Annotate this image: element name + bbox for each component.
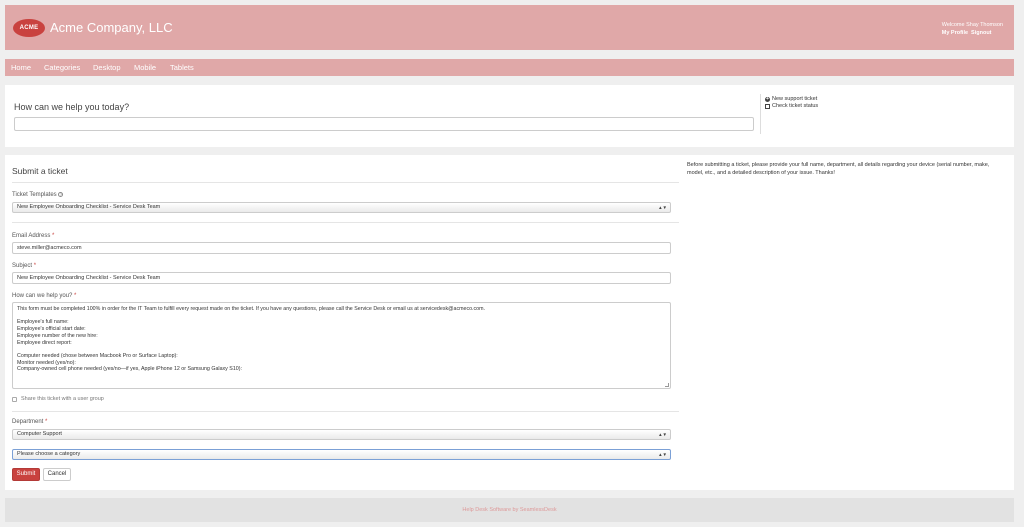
templates-label-text: Ticket Templates <box>12 192 57 199</box>
footer-credit-link[interactable]: Help Desk Software by SeamlessDesk <box>5 498 1014 522</box>
form-divider <box>12 411 679 412</box>
subject-label: Subject * <box>12 263 36 269</box>
submit-button[interactable]: Submit <box>12 468 40 481</box>
header-bar: ACME Acme Company, LLC Welcome Shay Thom… <box>5 5 1014 50</box>
ticket-form-panel: Submit a ticket Ticket Templates ? New E… <box>5 155 1014 490</box>
textarea-line: Employee's full name: <box>17 319 69 326</box>
check-status-link[interactable]: Check ticket status <box>765 103 818 110</box>
user-links: My Profile Signout <box>942 29 1003 37</box>
plus-circle-icon: + <box>765 96 770 102</box>
nav-item-desktop[interactable]: Desktop <box>93 59 121 76</box>
ticket-template-value: New Employee Onboarding Checklist - Serv… <box>17 204 161 210</box>
nav-item-home[interactable]: Home <box>11 59 31 76</box>
updown-arrows-icon: ▲▼ <box>658 432 667 437</box>
search-heading: How can we help you today? <box>14 102 130 112</box>
textarea-line: Monitor needed (yes/no): <box>17 359 76 366</box>
welcome-text: Welcome Shay Thomson <box>941 22 1003 28</box>
search-panel: How can we help you today? + New support… <box>5 85 1014 147</box>
textarea-line: Employee direct report: <box>17 339 72 346</box>
my-profile-link[interactable]: My Profile <box>942 30 968 36</box>
form-divider <box>12 222 679 223</box>
company-name[interactable]: Acme Company, LLC <box>50 19 173 37</box>
user-welcome: Welcome Shay Thomson My Profile Signout <box>942 21 1003 37</box>
search-input[interactable] <box>14 117 754 131</box>
new-ticket-link[interactable]: + New support ticket <box>765 96 818 103</box>
templates-label: Ticket Templates ? <box>12 192 64 199</box>
textarea-line <box>17 346 666 353</box>
required-mark: * <box>52 233 55 239</box>
email-label: Email Address * <box>12 233 54 239</box>
body-label-text: How can we help you? <box>12 293 73 299</box>
check-status-label: Check ticket status <box>772 103 819 109</box>
search-divider <box>760 94 761 134</box>
updown-arrows-icon: ▲▼ <box>658 205 667 210</box>
cancel-button[interactable]: Cancel <box>43 468 71 481</box>
main-nav: Home Categories Desktop Mobile Tablets <box>5 59 1014 76</box>
submission-instructions: Before submitting a ticket, please provi… <box>687 162 990 176</box>
department-label-text: Department <box>12 419 44 425</box>
signout-link[interactable]: Signout <box>971 30 991 36</box>
updown-arrows-icon: ▲▼ <box>658 452 667 457</box>
form-divider <box>12 182 679 183</box>
required-mark: * <box>33 263 37 269</box>
ticket-template-select[interactable]: New Employee Onboarding Checklist - Serv… <box>12 202 671 213</box>
nav-item-categories[interactable]: Categories <box>44 59 80 76</box>
subject-label-text: Subject <box>12 263 33 269</box>
document-icon <box>765 104 770 109</box>
subject-field[interactable]: New Employee Onboarding Checklist - Serv… <box>12 272 671 284</box>
share-ticket-checkbox[interactable] <box>12 396 17 402</box>
description-textarea[interactable]: This form must be completed 100% in orde… <box>12 302 671 389</box>
department-select[interactable]: Computer Support ▲▼ <box>12 429 671 440</box>
email-field[interactable]: steve.miller@acmeco.com <box>12 242 671 254</box>
body-label: How can we help you? * <box>12 293 76 299</box>
required-mark: * <box>74 293 77 299</box>
textarea-line: This form must be completed 100% in orde… <box>17 306 485 312</box>
footer: Help Desk Software by SeamlessDesk <box>5 498 1014 522</box>
help-icon[interactable]: ? <box>58 192 64 197</box>
textarea-line <box>17 313 666 320</box>
department-value: Computer Support <box>17 431 62 437</box>
new-ticket-label: New support ticket <box>772 96 818 102</box>
quick-links: + New support ticket Check ticket status <box>765 96 818 110</box>
textarea-line: Employee's official start date: <box>17 326 86 333</box>
textarea-line: Computer needed (chose between Macbook P… <box>17 352 178 359</box>
category-select[interactable]: Please choose a category ▲▼ <box>12 449 671 460</box>
required-mark: * <box>45 419 48 425</box>
nav-item-mobile[interactable]: Mobile <box>134 59 156 76</box>
resize-handle[interactable] <box>665 383 669 387</box>
textarea-line: Company-owned cell phone needed (yes/no—… <box>17 366 242 373</box>
category-value: Please choose a category <box>17 451 81 457</box>
company-logo[interactable]: ACME <box>13 19 45 37</box>
email-label-text: Email Address <box>12 233 51 239</box>
share-ticket-row[interactable]: Share this ticket with a user group <box>12 396 104 402</box>
textarea-line: Employee number of the new hire: <box>17 332 98 339</box>
share-ticket-label: Share this ticket with a user group <box>21 396 104 402</box>
form-title: Submit a ticket <box>12 166 68 176</box>
nav-item-tablets[interactable]: Tablets <box>170 59 194 76</box>
department-label: Department * <box>12 419 47 425</box>
